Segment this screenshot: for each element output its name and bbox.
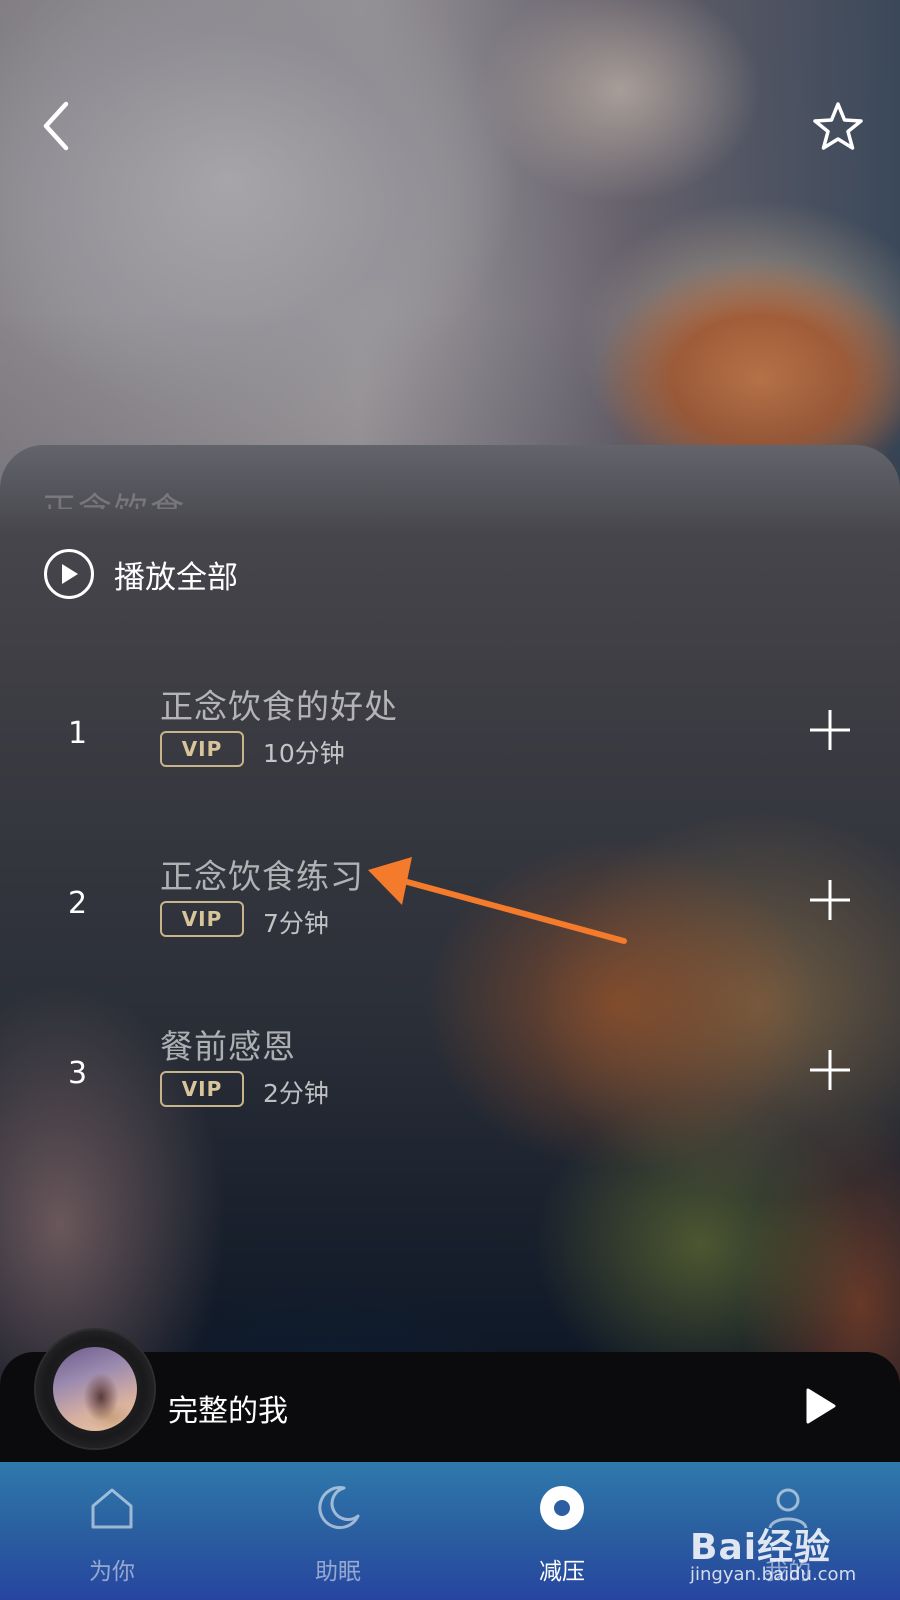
- tab-label: 为你: [89, 1559, 135, 1585]
- track-number: 2: [68, 886, 88, 921]
- add-track-button[interactable]: [808, 1048, 852, 1092]
- play-circle-icon: [44, 549, 94, 599]
- play-all-button[interactable]: 播放全部: [44, 547, 238, 601]
- tab-label: 减压: [539, 1559, 585, 1585]
- add-track-button[interactable]: [808, 878, 852, 922]
- faded-album-title: 正念饮食: [42, 483, 186, 509]
- plus-icon: [810, 710, 850, 750]
- back-button[interactable]: [38, 98, 78, 154]
- vip-badge: VIP: [160, 731, 244, 767]
- track-number: 1: [68, 716, 88, 751]
- star-outline-icon: [813, 102, 863, 150]
- plus-icon: [810, 880, 850, 920]
- vip-badge: VIP: [160, 901, 244, 937]
- plus-icon: [810, 1050, 850, 1090]
- home-icon: [91, 1488, 133, 1529]
- play-icon: [806, 1388, 836, 1424]
- tab-relax[interactable]: 减压: [502, 1462, 622, 1600]
- mini-player-title: 完整的我: [168, 1394, 288, 1429]
- header-shade: [0, 0, 900, 520]
- tab-for-you[interactable]: 为你: [52, 1462, 172, 1600]
- track-duration: 10分钟: [263, 739, 345, 768]
- mini-play-button[interactable]: [798, 1384, 842, 1428]
- tab-label: 我的: [765, 1559, 811, 1585]
- track-duration: 2分钟: [263, 1079, 329, 1108]
- disc-icon: [540, 1486, 584, 1530]
- track-item-3[interactable]: 3 餐前感恩 VIP 2分钟: [0, 1027, 900, 1160]
- vip-badge: VIP: [160, 1071, 244, 1107]
- chevron-left-icon: [43, 101, 69, 151]
- profile-icon: [768, 1488, 808, 1529]
- track-title: 正念饮食练习: [160, 857, 364, 896]
- tab-label: 助眠: [315, 1559, 361, 1585]
- add-track-button[interactable]: [808, 708, 852, 752]
- tab-sleep[interactable]: 助眠: [278, 1462, 398, 1600]
- favorite-button[interactable]: [810, 100, 866, 156]
- play-all-label: 播放全部: [114, 559, 238, 596]
- cover-art: [53, 1347, 137, 1431]
- bottom-tab-bar: 为你 助眠 减压 我的: [0, 1462, 900, 1600]
- track-title: 餐前感恩: [160, 1027, 296, 1066]
- moon-icon: [318, 1486, 360, 1530]
- track-title: 正念饮食的好处: [160, 687, 398, 726]
- mini-player-cover[interactable]: [36, 1330, 154, 1448]
- annotation-arrow: [368, 857, 627, 944]
- track-duration: 7分钟: [263, 909, 329, 938]
- track-number: 3: [68, 1056, 88, 1091]
- tab-profile[interactable]: 我的: [728, 1462, 848, 1600]
- track-item-1[interactable]: 1 正念饮食的好处 VIP 10分钟: [0, 687, 900, 820]
